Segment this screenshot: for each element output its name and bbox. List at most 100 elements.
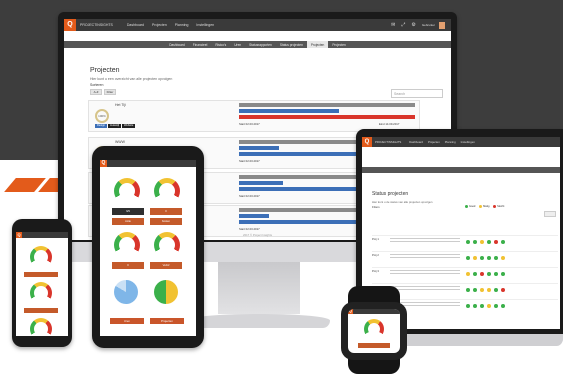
tag-row: Design Huisstijl Website (95, 124, 136, 128)
projecten-button[interactable]: Projecten (150, 318, 184, 324)
row-label: Proj 3 (372, 270, 379, 273)
sort-az-button[interactable]: A-Z (90, 89, 102, 95)
laptop-subbar (362, 167, 560, 173)
monitor-stand (218, 262, 300, 314)
project-name: WWW (115, 140, 125, 144)
page-subtitle: Hier kunt u de status van alle projecten… (372, 200, 433, 204)
stat-tile[interactable]: Verlof (150, 262, 182, 269)
nav-dashboard[interactable]: Dashboard (409, 140, 423, 144)
print-button[interactable] (544, 211, 556, 217)
status-dots (466, 304, 505, 308)
gantt-bar (239, 103, 415, 107)
status-row[interactable]: Proj 2 (372, 251, 558, 265)
mail-icon[interactable]: ✉ (391, 22, 395, 28)
tab-risicos[interactable]: Risico's (211, 43, 230, 47)
stat-tile[interactable] (358, 343, 390, 348)
tablet-topbar: Q (100, 160, 196, 167)
gauge-chart (364, 319, 384, 339)
legend-red-icon (493, 205, 497, 208)
gauge-chart (154, 178, 180, 204)
gantt-bar (239, 109, 339, 113)
pie-chart (154, 280, 178, 304)
row-text (390, 238, 460, 244)
row-label: Proj 1 (372, 238, 379, 241)
row-text (390, 286, 460, 292)
stat-tile[interactable]: Actie (112, 218, 144, 225)
sort-buttons: A-Z Filter (90, 89, 116, 95)
status-row[interactable]: Proj 3 (372, 267, 558, 281)
tab-financieel[interactable]: Financieel (189, 43, 212, 47)
stat-tile[interactable]: 6/9 (112, 208, 144, 215)
nav-instellingen[interactable]: Instellingen (461, 140, 475, 144)
status-row[interactable]: Proj 1 (372, 235, 558, 249)
stat-tile[interactable] (24, 272, 58, 277)
phone-screen: Q (16, 232, 68, 336)
logo: Q (64, 19, 76, 31)
nav-projecten[interactable]: Projecten (152, 23, 167, 27)
nav-planning[interactable]: Planning (175, 23, 189, 27)
gauge-chart (30, 282, 52, 304)
start-date: Start 02.03.2017 (239, 159, 260, 163)
tab-statusrapporten[interactable]: Statusrapporten (245, 43, 276, 47)
nav-planning[interactable]: Planning (445, 140, 456, 144)
status-dots (466, 272, 505, 276)
stat-tile[interactable]: Kosten (150, 218, 182, 225)
logo: Q (100, 160, 107, 167)
nav-instellingen[interactable]: Instellingen (196, 23, 214, 27)
status-legend: Goed Matig Slecht (462, 205, 504, 208)
logo: Q (16, 232, 22, 238)
tab-status-projecten[interactable]: Status projecten (276, 43, 307, 47)
tag: Design (95, 124, 108, 128)
uren-button[interactable]: Uren (110, 318, 144, 324)
gauge-chart (154, 232, 180, 258)
avatar[interactable] (439, 21, 445, 29)
tab-uren[interactable]: Uren (230, 43, 245, 47)
stat-tile[interactable]: 0 (112, 262, 144, 269)
row-label: Proj 2 (372, 254, 379, 257)
pie-chart (114, 280, 138, 304)
start-date: Start 02.03.2017 (239, 227, 260, 231)
legend-label: Goed (469, 205, 476, 209)
nav-dashboard[interactable]: Dashboard (127, 23, 144, 27)
filter-button[interactable]: Filter (104, 89, 116, 95)
watch-topbar: Q (348, 309, 400, 314)
legend-green-icon (465, 205, 468, 208)
start-date: Start 02.03.2017 (239, 194, 260, 198)
tag: Website (122, 124, 136, 128)
legend-label: Matig (483, 205, 490, 209)
row-text (390, 270, 460, 276)
tag: Huisstijl (108, 124, 122, 128)
watch-screen: Q (348, 309, 400, 353)
search-input[interactable]: Search (391, 89, 443, 98)
tab-dashboard[interactable]: Dashboard (165, 43, 189, 47)
gauge-chart (30, 318, 52, 336)
project-row[interactable]: Het Tiji 100% Start 02.03.2017 Eind 14.0… (88, 100, 420, 132)
gantt-bar (239, 214, 269, 218)
end-date: Eind 14.09.2017 (379, 122, 400, 126)
progress-ring: 100% (95, 109, 109, 123)
user-label[interactable]: Gebruiker (422, 23, 435, 27)
tablet-screen: Q 6/9 0 Actie Kosten 0 Verlof Uren Proje… (100, 160, 196, 336)
logo: Q (362, 137, 372, 147)
stat-tile[interactable]: 0 (150, 208, 182, 215)
expand-icon[interactable]: ⤢ (401, 22, 405, 28)
row-text (390, 254, 460, 260)
settings-icon[interactable]: ⚙ (411, 22, 415, 28)
legend-label: Slecht (497, 205, 505, 209)
stat-tile[interactable] (24, 308, 58, 313)
sub-navbar: Dashboard Financieel Risico's Uren Statu… (64, 41, 451, 48)
laptop-topbar: Q PROJECTINSIGHTS Dashboard Projecten Pl… (362, 137, 560, 147)
monitor-stand-base (188, 314, 330, 328)
tab-projecten-2[interactable]: Projecten (328, 43, 349, 47)
project-name: Het Tiji (115, 103, 126, 107)
gantt-bar (239, 181, 283, 185)
nav-projecten[interactable]: Projecten (428, 140, 440, 144)
status-dots (466, 240, 505, 244)
gantt-bar (239, 146, 279, 150)
filter-label[interactable]: Filters (372, 205, 380, 209)
gauge-chart (30, 246, 52, 268)
page-title: Status projecten (372, 191, 409, 197)
brand-name: PROJECTINSIGHTS (375, 140, 402, 144)
tab-projecten[interactable]: Projecten (306, 41, 329, 48)
top-navbar: Q PROJECTINSIGHTS Dashboard Projecten Pl… (64, 19, 451, 31)
